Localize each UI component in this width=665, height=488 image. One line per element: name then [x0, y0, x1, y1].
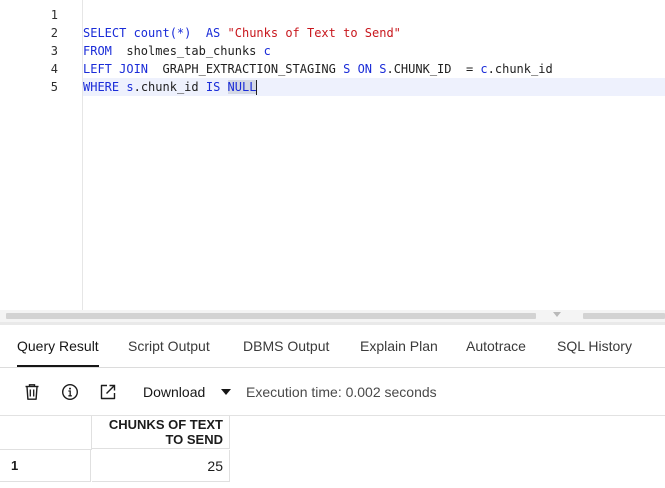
- sql-keyword: AS: [205, 26, 228, 40]
- trash-icon: [25, 384, 39, 400]
- output-tabs: Query Result Script Output DBMS Output E…: [0, 325, 665, 368]
- sql-identifier: sholmes_tab_chunks: [126, 44, 264, 58]
- column-header[interactable]: CHUNKS OF TEXT TO SEND: [92, 416, 230, 449]
- chevron-down-icon[interactable]: [221, 389, 231, 395]
- line-number: 2: [50, 26, 58, 40]
- sql-keyword: LEFT JOIN: [83, 62, 163, 76]
- sql-string: "Chunks of Text to Send": [227, 26, 401, 40]
- delete-button[interactable]: [21, 381, 43, 403]
- line-number: 4: [50, 62, 58, 76]
- sql-keyword: IS: [205, 80, 228, 94]
- grid-corner: [0, 416, 92, 450]
- tab-sql-history[interactable]: SQL History: [557, 325, 632, 367]
- row-number[interactable]: 1: [0, 450, 91, 482]
- sql-editor[interactable]: 1 2 3 4 5 SELECT count(*) AS "Chunks of …: [0, 0, 665, 310]
- sql-keyword: S: [343, 62, 358, 76]
- tab-autotrace[interactable]: Autotrace: [466, 325, 526, 367]
- sql-identifier: .chunk_id: [133, 80, 206, 94]
- line-number: 5: [50, 80, 58, 94]
- info-icon: [61, 383, 79, 401]
- sql-keyword: ON: [357, 62, 380, 76]
- sql-identifier: .CHUNK_ID =: [386, 62, 481, 76]
- code-line[interactable]: [83, 6, 665, 24]
- sql-identifier: GRAPH_EXTRACTION_STAGING: [162, 62, 344, 76]
- code-line[interactable]: WHERE s.chunk_id IS NULL: [83, 78, 665, 96]
- code-line[interactable]: SELECT count(*) AS "Chunks of Text to Se…: [83, 24, 665, 42]
- code-area[interactable]: SELECT count(*) AS "Chunks of Text to Se…: [83, 6, 665, 96]
- code-line[interactable]: LEFT JOIN GRAPH_EXTRACTION_STAGING S ON …: [83, 60, 665, 78]
- text-cursor: [256, 80, 258, 95]
- sql-keyword: c: [263, 44, 271, 58]
- info-button[interactable]: [59, 381, 81, 403]
- sql-keyword: WHERE: [83, 80, 127, 94]
- line-number: 1: [50, 8, 58, 22]
- sql-keyword: SELECT: [83, 26, 134, 40]
- table-cell[interactable]: 25: [92, 450, 230, 482]
- sql-identifier: .chunk_id: [487, 62, 553, 76]
- open-external-icon: [100, 384, 116, 400]
- tab-dbms-output[interactable]: DBMS Output: [243, 325, 329, 367]
- sql-identifier: [191, 26, 205, 40]
- download-menu-button[interactable]: Download: [143, 380, 205, 404]
- result-grid: CHUNKS OF TEXT TO SEND 1 25: [0, 416, 665, 488]
- line-number: 3: [50, 44, 58, 58]
- line-number-gutter: 1 2 3 4 5: [0, 0, 83, 310]
- open-in-new-window-button[interactable]: [97, 381, 119, 403]
- sql-keyword: c: [480, 62, 488, 76]
- sql-keyword: count(*): [133, 26, 192, 40]
- scrollbar-thumb[interactable]: [6, 313, 536, 319]
- code-line[interactable]: FROM sholmes_tab_chunks c: [83, 42, 665, 60]
- splitter-grip-icon[interactable]: [553, 312, 561, 317]
- editor-horizontal-scrollbar[interactable]: [0, 310, 665, 322]
- sql-keyword: s: [126, 80, 134, 94]
- tab-query-result[interactable]: Query Result: [17, 325, 99, 367]
- tab-explain-plan[interactable]: Explain Plan: [360, 325, 438, 367]
- selected-text: NULL: [227, 80, 257, 94]
- scrollbar-track-segment: [583, 313, 665, 319]
- execution-time: Execution time: 0.002 seconds: [246, 384, 437, 400]
- result-toolbar: Download Execution time: 0.002 seconds: [0, 368, 665, 416]
- sql-keyword: FROM: [83, 44, 127, 58]
- tab-script-output[interactable]: Script Output: [128, 325, 210, 367]
